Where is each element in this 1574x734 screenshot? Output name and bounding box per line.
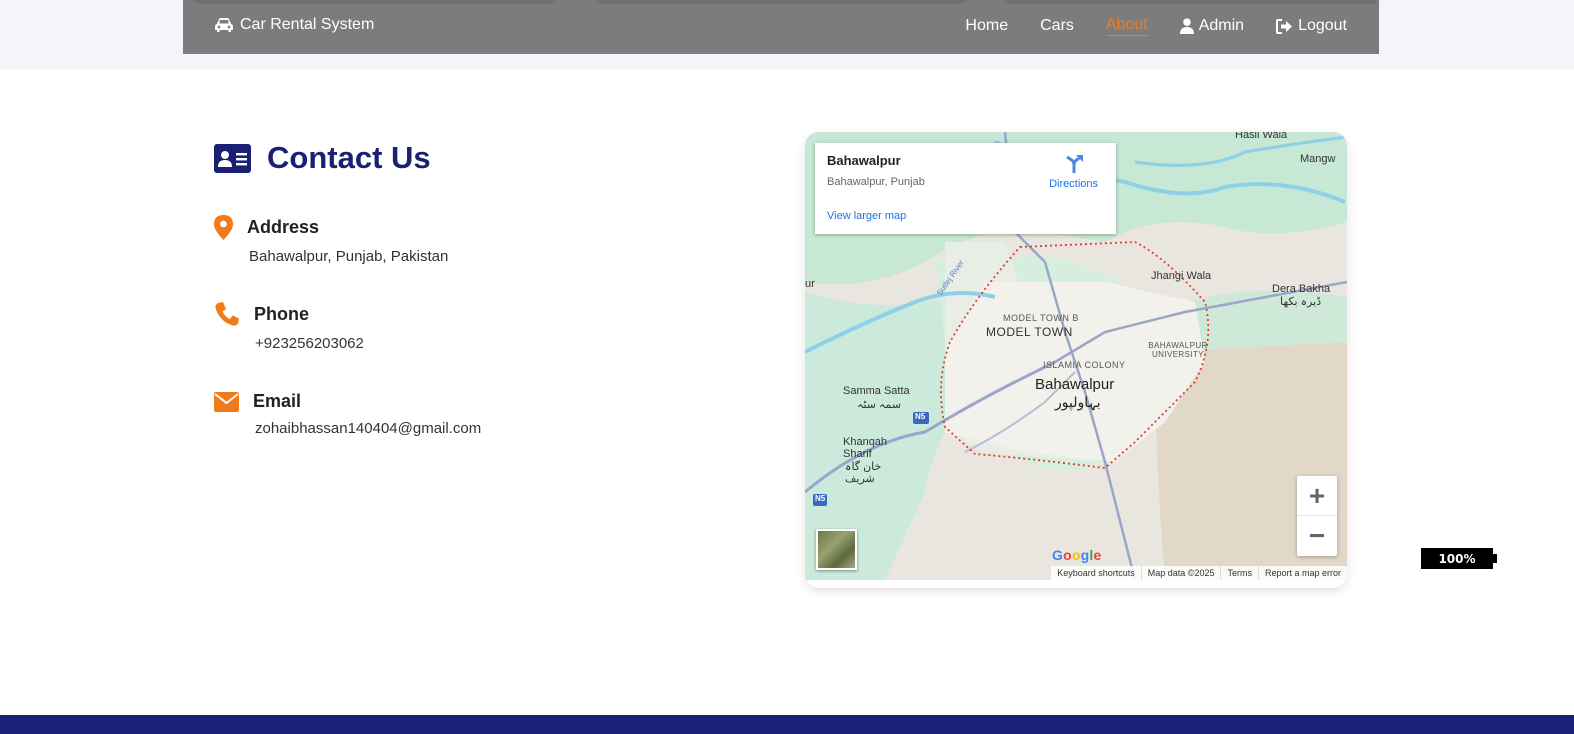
- directions-button[interactable]: Directions: [1049, 154, 1098, 190]
- contact-address: Address Bahawalpur, Punjab, Pakistan: [214, 215, 448, 265]
- place-name: Bahawalpur: [827, 153, 901, 168]
- map-label-dera-bakha-urdu: ڈیرہ بکھا: [1280, 296, 1322, 308]
- nav-admin-label: Admin: [1198, 17, 1245, 34]
- logout-icon: [1276, 18, 1293, 34]
- contact-title-label: Contact Us: [267, 140, 431, 175]
- map-label-ur: ur: [805, 278, 815, 290]
- satellite-layer-toggle[interactable]: [816, 529, 857, 570]
- map-zoom-controls: + −: [1297, 476, 1337, 556]
- place-subtitle: Bahawalpur, Punjab: [827, 176, 925, 188]
- nav-decor-pill: [1003, 0, 1379, 4]
- map-label-model-town: MODEL TOWN: [986, 325, 1073, 339]
- map-label-samma-satta: Samma Satta: [843, 385, 910, 397]
- battery-indicator: 100%: [1421, 548, 1497, 569]
- phone-icon: [215, 302, 239, 326]
- nav-logout[interactable]: Logout: [1276, 17, 1347, 35]
- nav-home-label: Home: [965, 17, 1009, 34]
- nav-cars-label: Cars: [1040, 17, 1074, 34]
- report-map-error-link[interactable]: Report a map error: [1257, 566, 1347, 580]
- map-label-jhangi-wala: Jhangi Wala: [1151, 270, 1212, 282]
- contact-phone: Phone +923256203062: [214, 301, 364, 352]
- map-label-dera-bakha: Dera Bakha: [1272, 283, 1331, 295]
- nav-decor-pill: [193, 0, 557, 4]
- terms-link[interactable]: Terms: [1220, 566, 1258, 580]
- nav-decor-pill: [595, 0, 967, 4]
- view-larger-map-link[interactable]: View larger map: [827, 210, 906, 222]
- nav-home[interactable]: Home: [965, 17, 1008, 35]
- directions-label: Directions: [1049, 178, 1098, 190]
- nav-admin[interactable]: Admin: [1179, 17, 1245, 35]
- nav-about[interactable]: About: [1105, 16, 1148, 36]
- map-label-hasil-wala: Hasil Wala: [1235, 132, 1288, 141]
- map-label-bahawalpur-university: BAHAWALPUR UNIVERSITY: [1148, 341, 1208, 359]
- id-card-icon: [214, 143, 251, 173]
- envelope-icon: [214, 391, 239, 412]
- map-label-islamia-colony: ISLAMIA COLONY: [1043, 360, 1126, 370]
- map-label-bahawalpur-urdu: بہاولپور: [1055, 394, 1101, 410]
- address-label: Address: [247, 217, 320, 237]
- map-label-khanqah-sharif: Khanqah Sharif: [843, 436, 888, 460]
- map-label-bahawalpur: Bahawalpur: [1035, 376, 1115, 393]
- phone-label: Phone: [254, 303, 310, 324]
- phone-value: +923256203062: [255, 335, 364, 352]
- footer: [0, 715, 1574, 734]
- keyboard-shortcuts-link[interactable]: Keyboard shortcuts: [1051, 566, 1141, 580]
- email-value[interactable]: zohaibhassan140404@gmail.com: [214, 420, 481, 437]
- map-road-n5-lower: N5: [815, 494, 826, 503]
- nav-cars[interactable]: Cars: [1040, 17, 1074, 35]
- address-value: Bahawalpur, Punjab, Pakistan: [249, 248, 449, 265]
- brand-label: Car Rental System: [240, 16, 375, 33]
- brand-link[interactable]: Car Rental System: [214, 16, 374, 34]
- user-icon: [1179, 18, 1194, 34]
- nav-about-label: About: [1105, 16, 1148, 33]
- map-data-text: Map data ©2025: [1140, 566, 1221, 580]
- navbar: Car Rental System Home Cars About Admin …: [183, 0, 1379, 54]
- nav-logout-label: Logout: [1298, 17, 1347, 34]
- google-logo: Google: [1052, 547, 1102, 563]
- map-label-model-town-b: MODEL TOWN B: [1003, 313, 1079, 323]
- contact-title: Contact Us: [214, 140, 431, 176]
- directions-icon: [1065, 155, 1083, 173]
- zoom-out-button[interactable]: −: [1297, 516, 1337, 556]
- contact-email: Email zohaibhassan140404@gmail.com: [214, 391, 481, 437]
- zoom-in-button[interactable]: +: [1297, 476, 1337, 516]
- map-label-samma-satta-urdu: سمہ سٹہ: [857, 399, 902, 411]
- map-attribution-bar: Keyboard shortcuts Map data ©2025 Terms …: [1051, 566, 1347, 580]
- nav-links: Home Cars About Admin Logout: [965, 16, 1347, 36]
- map-road-n5: N5: [915, 412, 926, 421]
- map-marker-icon: [214, 215, 233, 240]
- map-embed[interactable]: Hasil Wala Mangw Jhangi Wala Dera Bakha …: [805, 132, 1347, 588]
- car-icon: [215, 18, 233, 32]
- map-label-mangw: Mangw: [1300, 153, 1336, 165]
- map-place-card: Bahawalpur Bahawalpur, Punjab View large…: [815, 143, 1116, 234]
- map-label-khanqah-sharif-urdu: خان گاہ شریف: [845, 461, 882, 485]
- email-label: Email: [253, 391, 302, 411]
